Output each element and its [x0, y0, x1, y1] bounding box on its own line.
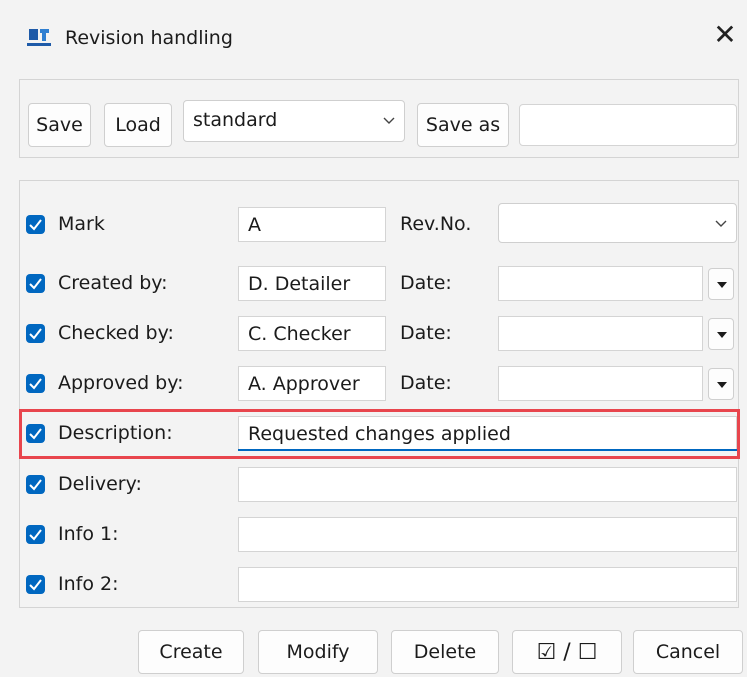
approved-date-input[interactable]: [498, 366, 703, 401]
window-title: Revision handling: [65, 27, 233, 49]
info-1-label: Info 1:: [58, 523, 119, 545]
modify-button[interactable]: Modify: [258, 630, 378, 674]
checked-date-input[interactable]: [498, 316, 703, 351]
approved-by-label: Approved by:: [58, 372, 184, 394]
mark-input[interactable]: A: [238, 207, 386, 242]
checkmark-icon: [29, 529, 42, 541]
checked-date-dropdown-button[interactable]: [708, 318, 734, 350]
rev-no-label: Rev.No.: [400, 213, 472, 235]
load-button[interactable]: Load: [104, 103, 172, 147]
approved-date-dropdown-button[interactable]: [708, 368, 734, 400]
info-2-input[interactable]: [238, 567, 737, 602]
cancel-button[interactable]: Cancel: [633, 630, 743, 674]
info-2-label: Info 2:: [58, 573, 119, 595]
created-by-input[interactable]: D. Detailer: [238, 266, 386, 301]
checkmark-icon: [29, 378, 42, 390]
approved-date-label: Date:: [400, 372, 452, 394]
dropdown-arrow-icon: [717, 382, 727, 388]
chevron-down-icon: [383, 117, 395, 124]
preset-value: standard: [193, 109, 278, 131]
save-as-input[interactable]: [519, 104, 737, 146]
preset-dropdown[interactable]: standard: [183, 100, 405, 142]
created-by-label: Created by:: [58, 272, 168, 294]
delivery-input[interactable]: [238, 467, 737, 502]
revision-app-icon: [27, 29, 51, 46]
mark-label: Mark: [58, 213, 105, 235]
checkmark-icon: [29, 479, 42, 491]
toggle-all-checkboxes-button[interactable]: ☑ / ☐: [512, 630, 622, 674]
chevron-down-icon: [715, 220, 727, 227]
create-button[interactable]: Create: [138, 630, 244, 674]
info-1-input[interactable]: [238, 517, 737, 552]
created-by-checkbox[interactable]: [26, 274, 45, 293]
dropdown-arrow-icon: [717, 332, 727, 338]
created-date-input[interactable]: [498, 266, 703, 301]
checkmark-icon: [29, 278, 42, 290]
checked-by-label: Checked by:: [58, 322, 174, 344]
rev-no-dropdown[interactable]: [498, 203, 737, 243]
title-bar: Revision handling ✕: [0, 0, 747, 72]
checkmark-icon: [29, 579, 42, 591]
save-button[interactable]: Save: [28, 103, 91, 147]
created-date-dropdown-button[interactable]: [708, 268, 734, 300]
info-1-checkbox[interactable]: [26, 525, 45, 544]
mark-checkbox[interactable]: [26, 215, 45, 234]
highlight-annotation: [19, 409, 740, 459]
delivery-checkbox[interactable]: [26, 475, 45, 494]
created-date-label: Date:: [400, 272, 452, 294]
checkmark-icon: [29, 328, 42, 340]
checked-by-checkbox[interactable]: [26, 324, 45, 343]
approved-by-input[interactable]: A. Approver: [238, 366, 386, 401]
checked-by-input[interactable]: C. Checker: [238, 316, 386, 351]
info-2-checkbox[interactable]: [26, 575, 45, 594]
delete-button[interactable]: Delete: [391, 630, 499, 674]
delivery-label: Delivery:: [58, 473, 142, 495]
dropdown-arrow-icon: [717, 282, 727, 288]
save-as-button[interactable]: Save as: [417, 103, 509, 147]
checked-date-label: Date:: [400, 322, 452, 344]
revision-handling-dialog: Revision handling ✕ Save Load standard S…: [0, 0, 747, 677]
close-icon[interactable]: ✕: [708, 18, 742, 52]
approved-by-checkbox[interactable]: [26, 374, 45, 393]
checkmark-icon: [29, 219, 42, 231]
